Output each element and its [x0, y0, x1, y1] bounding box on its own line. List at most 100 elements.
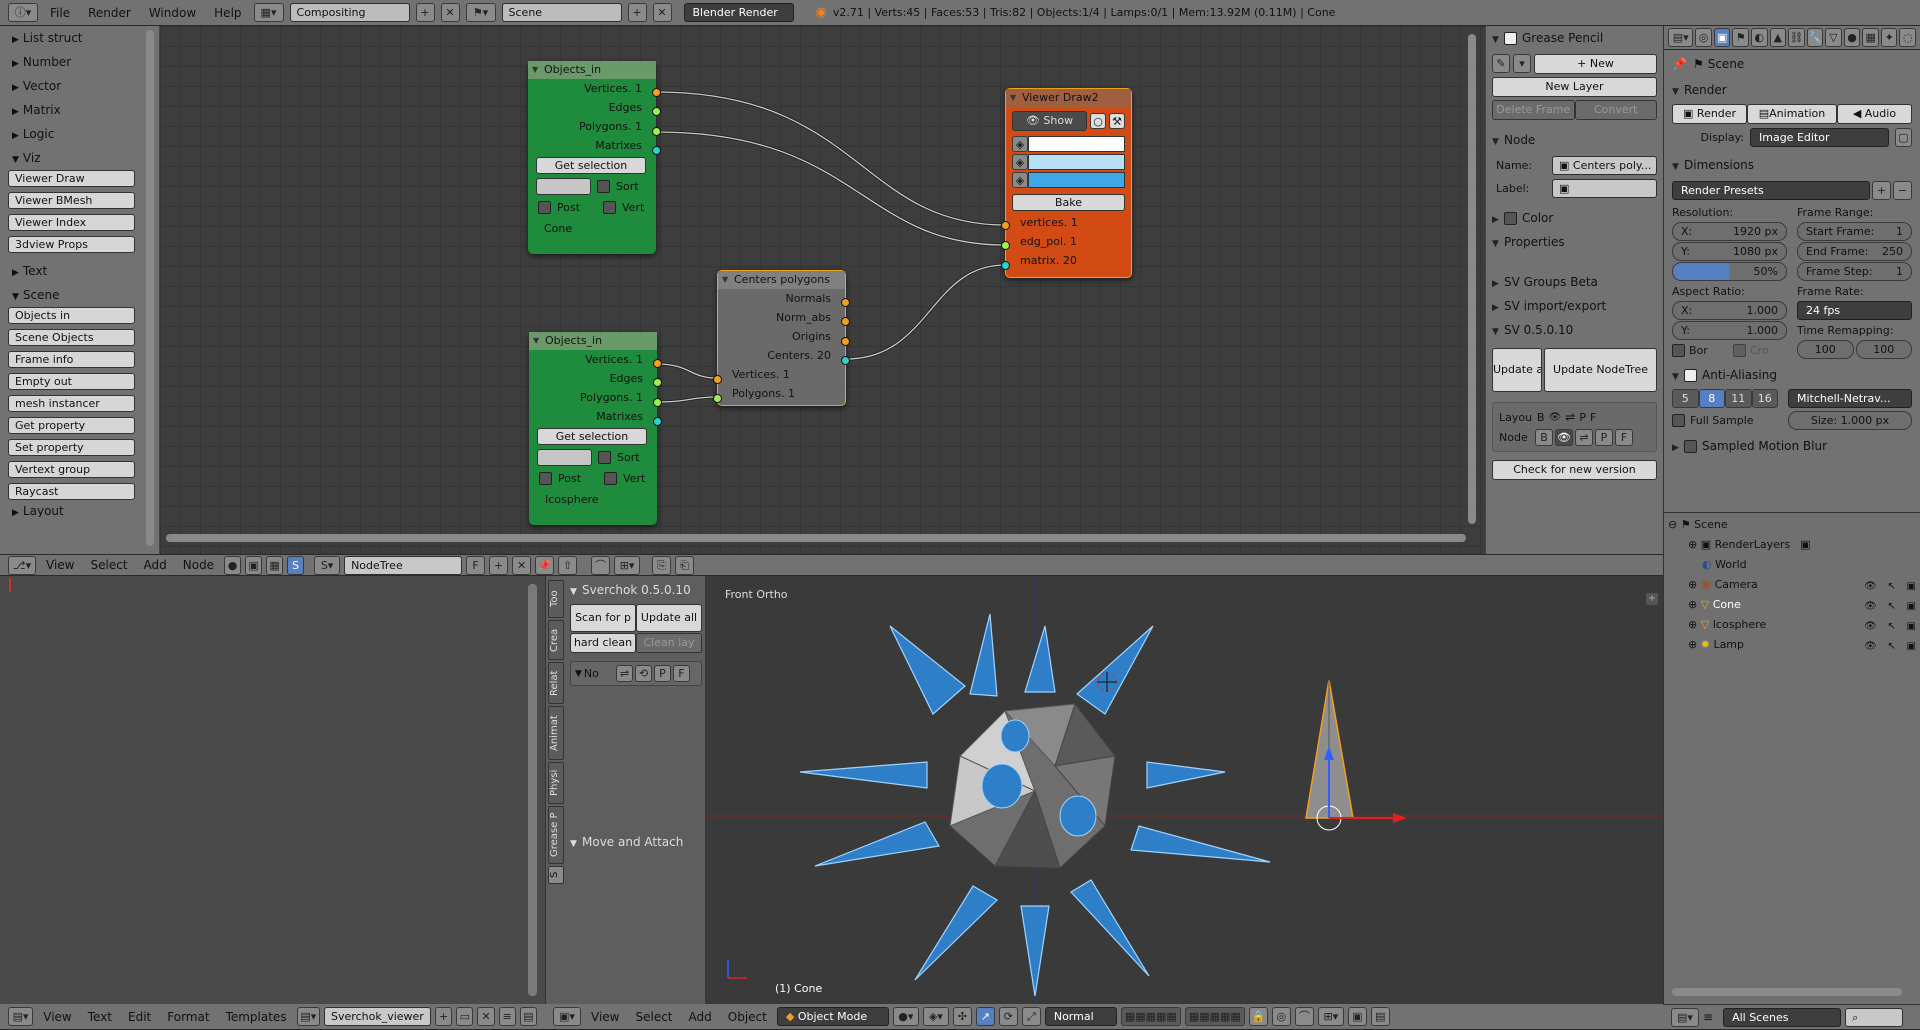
output-socket-vertices[interactable] [653, 359, 662, 368]
copy-nodes-icon[interactable]: ⎘ [652, 555, 672, 575]
text-scrollbar[interactable] [528, 584, 537, 996]
shelf-section-scene[interactable]: ▼ Scene [0, 283, 159, 307]
layout-field[interactable]: Compositing [289, 3, 410, 22]
new-grease-button[interactable]: + New [1534, 54, 1657, 74]
shelf-button-frame-info[interactable]: Frame info [8, 351, 135, 368]
render-presets-select[interactable]: Render Presets [1672, 181, 1870, 200]
aa-samples-5[interactable]: 5 [1672, 389, 1699, 408]
expand-icon[interactable]: ⊕ [1688, 638, 1701, 651]
tree-link-icon[interactable]: ⇌ [615, 665, 633, 682]
vert-checkbox[interactable] [603, 201, 616, 214]
grease-pencil-checkbox[interactable] [1504, 32, 1517, 45]
render-icon[interactable]: ▣ [1907, 637, 1916, 657]
edge-color-swatch[interactable] [1028, 154, 1125, 170]
tool-tab-s[interactable]: S [548, 866, 564, 884]
p-toggle[interactable]: P [1595, 428, 1613, 446]
expand-icon[interactable]: ⊕ [1688, 578, 1701, 591]
editor-type-icon[interactable]: ▤▾ [1668, 28, 1694, 47]
aspect-x-field[interactable]: X: 1.000 [1672, 301, 1787, 320]
add-scene-icon[interactable]: + [627, 3, 647, 22]
aa-samples-11[interactable]: 11 [1725, 389, 1752, 408]
crop-checkbox[interactable] [1733, 344, 1746, 357]
menu-icon[interactable]: ≡ [1703, 1010, 1713, 1024]
tool-tab-too[interactable]: Too [548, 580, 564, 618]
frame-rate-select[interactable]: 24 fps [1797, 301, 1912, 320]
tool-tab-physi[interactable]: Physi [548, 762, 564, 804]
tool-tab-crea[interactable]: Crea [548, 620, 564, 660]
browse-icon[interactable]: ▾ [1513, 54, 1531, 73]
delete-frame-button[interactable]: Delete Frame [1492, 100, 1575, 120]
remove-layout-icon[interactable]: ✕ [440, 3, 460, 22]
data-tab-icon[interactable]: ▽ [1825, 28, 1842, 47]
audio-button[interactable]: ◀ Audio [1836, 104, 1912, 124]
texture-tree-icon[interactable]: ▦ [266, 555, 284, 575]
f-toggle[interactable]: F [1615, 428, 1633, 446]
convert-button[interactable]: Convert [1574, 100, 1657, 120]
anti-aliasing-checkbox[interactable] [1684, 369, 1697, 382]
outliner-filter-select[interactable]: All Scenes [1723, 1007, 1842, 1027]
node-horizontal-scrollbar[interactable] [166, 534, 1466, 542]
3d-menu-view[interactable]: View [585, 1010, 625, 1024]
hard-clean-button[interactable]: hard clean [570, 633, 636, 653]
output-socket-polygons[interactable] [653, 398, 662, 407]
collapse-icon[interactable]: ⊖ [1668, 518, 1681, 531]
new-layer-button[interactable]: New Layer [1492, 77, 1657, 97]
sv-groups-header[interactable]: ▶ SV Groups Beta [1492, 272, 1657, 292]
3d-menu-select[interactable]: Select [629, 1010, 678, 1024]
render-preview-icon[interactable]: ▣ [1347, 1007, 1367, 1026]
sverchok-tree-icon[interactable]: S [287, 555, 305, 575]
constraints-tab-icon[interactable]: ⛓ [1788, 28, 1805, 47]
render-anim-icon[interactable]: ▤ [1370, 1007, 1390, 1026]
outliner-search-field[interactable]: ⌕ [1845, 1007, 1904, 1027]
shelf-section-logic[interactable]: ▶ Logic [0, 122, 159, 146]
node-section-header[interactable]: ▼ Node [1492, 130, 1657, 150]
lock-layers-icon[interactable]: 🔒 [1248, 1007, 1268, 1026]
menu-help[interactable]: Help [208, 6, 247, 20]
text-browse-icon[interactable]: ▤▾ [296, 1007, 321, 1026]
viewport-corner-plus-icon[interactable]: + [1645, 592, 1659, 606]
node-menu-add[interactable]: Add [138, 558, 173, 572]
shelf-button-viewer-index[interactable]: Viewer Index [8, 214, 135, 231]
remap-new-field[interactable]: 100 [1855, 340, 1912, 359]
add-nodetree-icon[interactable]: + [489, 555, 509, 575]
edit-toggle-icon[interactable]: ⚒ [1109, 113, 1125, 129]
aa-filter-select[interactable]: Mitchell-Netrav... [1788, 389, 1912, 408]
text-menu-text[interactable]: Text [82, 1010, 118, 1024]
res-percent-field[interactable]: 50% [1672, 262, 1787, 281]
node-editor-canvas[interactable]: Objects_in Vertices. 1 Edges Polygons. 1… [160, 26, 1485, 554]
transform-orientation-select[interactable]: Normal [1044, 1007, 1117, 1026]
add-layout-icon[interactable]: + [415, 3, 435, 22]
output-socket-polygons[interactable] [652, 127, 661, 136]
layer-buttons-2[interactable]: ▦▦▦▦▦ [1184, 1007, 1245, 1026]
shading-mode-icon[interactable]: ●▾ [892, 1007, 919, 1026]
animation-button[interactable]: ▤Animation [1747, 104, 1837, 124]
pin-icon[interactable]: 📌 [535, 555, 555, 575]
remove-scene-icon[interactable]: ✕ [652, 3, 672, 22]
text-menu-format[interactable]: Format [161, 1010, 215, 1024]
viewer-draw-node[interactable]: Viewer Draw2 👁 Show ○ ⚒ ◈ ◈ ◈ Bake verti… [1001, 88, 1132, 278]
render-engine-select[interactable]: Blender Render [683, 3, 794, 22]
output-socket-edges[interactable] [652, 107, 661, 116]
output-socket-centers[interactable] [841, 356, 850, 365]
update-all-button[interactable]: Update al [1492, 348, 1542, 392]
line-numbers-icon[interactable]: ≡ [498, 1007, 516, 1026]
snap-toggle-icon[interactable]: ⌒ [1294, 1007, 1314, 1026]
sv-version-header[interactable]: ▼ SV 0.5.0.10 [1492, 320, 1657, 340]
check-version-button[interactable]: Check for new version [1492, 460, 1657, 480]
texture-tab-icon[interactable]: ▦ [1862, 28, 1879, 47]
lock-icon[interactable]: ▢ [1895, 128, 1912, 147]
menu-file[interactable]: File [44, 6, 76, 20]
output-socket-normals[interactable] [841, 298, 850, 307]
scene-field[interactable]: Scene [501, 3, 622, 22]
particles-tab-icon[interactable]: ✦ [1880, 28, 1898, 47]
move-attach-header[interactable]: ▼ Move and Attach [570, 832, 702, 852]
modifiers-tab-icon[interactable]: 🔧 [1806, 28, 1824, 47]
output-socket-edges[interactable] [653, 378, 662, 387]
compositor-tree-icon[interactable]: ▣ [245, 555, 263, 575]
pivot-point-icon[interactable]: ◈▾ [922, 1007, 949, 1026]
input-socket-polygons[interactable] [713, 394, 722, 403]
node-menu-view[interactable]: View [40, 558, 80, 572]
node-vertical-scrollbar[interactable] [1468, 34, 1476, 524]
world-tab-icon[interactable]: ◐ [1750, 28, 1768, 47]
object-mode-select[interactable]: ◆ Object Mode [776, 1007, 889, 1026]
